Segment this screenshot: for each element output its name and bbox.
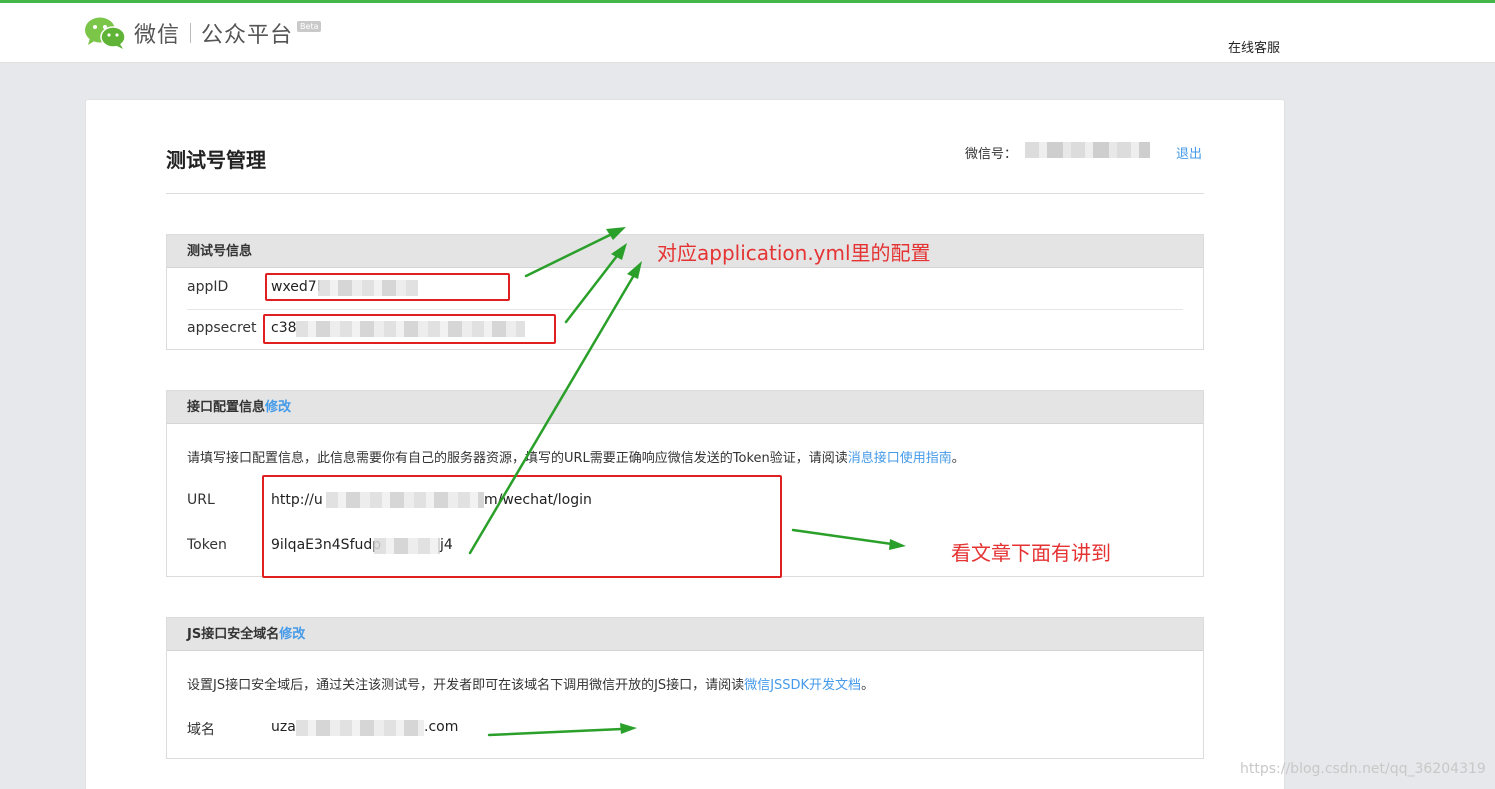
interface-config-desc-end: 。 <box>951 451 965 466</box>
js-domain-title: JS接口安全域名 <box>187 627 280 642</box>
wechat-logo[interactable]: 微信 公众平台 Beta <box>84 15 322 51</box>
js-domain-edit-link[interactable]: 修改 <box>279 627 305 642</box>
token-label: Token <box>187 537 227 553</box>
beta-badge: Beta <box>297 21 322 32</box>
test-account-title: 测试号信息 <box>187 244 253 259</box>
account-id-redacted <box>1025 142 1150 158</box>
account-label: 微信号： <box>965 147 1018 162</box>
title-divider <box>166 193 1204 194</box>
appsecret-highlight-box <box>263 314 556 344</box>
js-domain-description: 设置JS接口安全域后，通过关注该测试号，开发者即可在该域名下调用微信开放的JS接… <box>187 674 874 693</box>
interface-config-title: 接口配置信息 <box>187 400 266 415</box>
domain-label: 域名 <box>187 722 215 738</box>
interface-config-edit-link[interactable]: 修改 <box>265 400 291 415</box>
domain-value-suffix: .com <box>424 719 459 735</box>
url-token-highlight-box <box>262 475 782 578</box>
logo-divider <box>190 23 192 43</box>
csdn-watermark: https://blog.csdn.net/qq_36204319 <box>1240 761 1486 777</box>
domain-value-prefix: uza <box>271 719 296 735</box>
interface-config-desc-text: 请填写接口配置信息，此信息需要你有自己的服务器资源，填写的URL需要正确响应微信… <box>187 451 848 466</box>
appid-label: appID <box>187 279 229 295</box>
page-title: 测试号管理 <box>166 148 266 172</box>
article-annotation: 看文章下面有讲到 <box>951 541 1111 565</box>
domain-redacted <box>296 720 424 736</box>
interface-config-panel-header: 接口配置信息修改 <box>167 391 1203 424</box>
message-interface-guide-link[interactable]: 消息接口使用指南 <box>848 451 952 466</box>
appid-highlight-box <box>265 273 510 301</box>
config-annotation: 对应application.yml里的配置 <box>657 241 931 265</box>
logo-platform-text: 公众平台 <box>201 23 294 48</box>
logo-wechat-text: 微信 <box>134 23 181 48</box>
online-service-link[interactable]: 在线客服 <box>1228 37 1280 56</box>
logout-link[interactable]: 退出 <box>1176 143 1202 162</box>
jssdk-doc-link[interactable]: 微信JSSDK开发文档 <box>744 678 861 693</box>
js-domain-panel-header: JS接口安全域名修改 <box>167 618 1203 651</box>
js-domain-desc-end: 。 <box>861 678 875 693</box>
interface-config-description: 请填写接口配置信息，此信息需要你有自己的服务器资源，填写的URL需要正确响应微信… <box>187 447 965 466</box>
top-header: 微信 公众平台 Beta 在线客服 <box>0 3 1495 63</box>
url-label: URL <box>187 492 215 508</box>
wechat-icon <box>85 17 126 49</box>
appsecret-label: appsecret <box>187 320 257 336</box>
js-domain-desc-text: 设置JS接口安全域后，通过关注该测试号，开发者即可在该域名下调用微信开放的JS接… <box>187 678 745 693</box>
row-divider <box>187 309 1183 310</box>
